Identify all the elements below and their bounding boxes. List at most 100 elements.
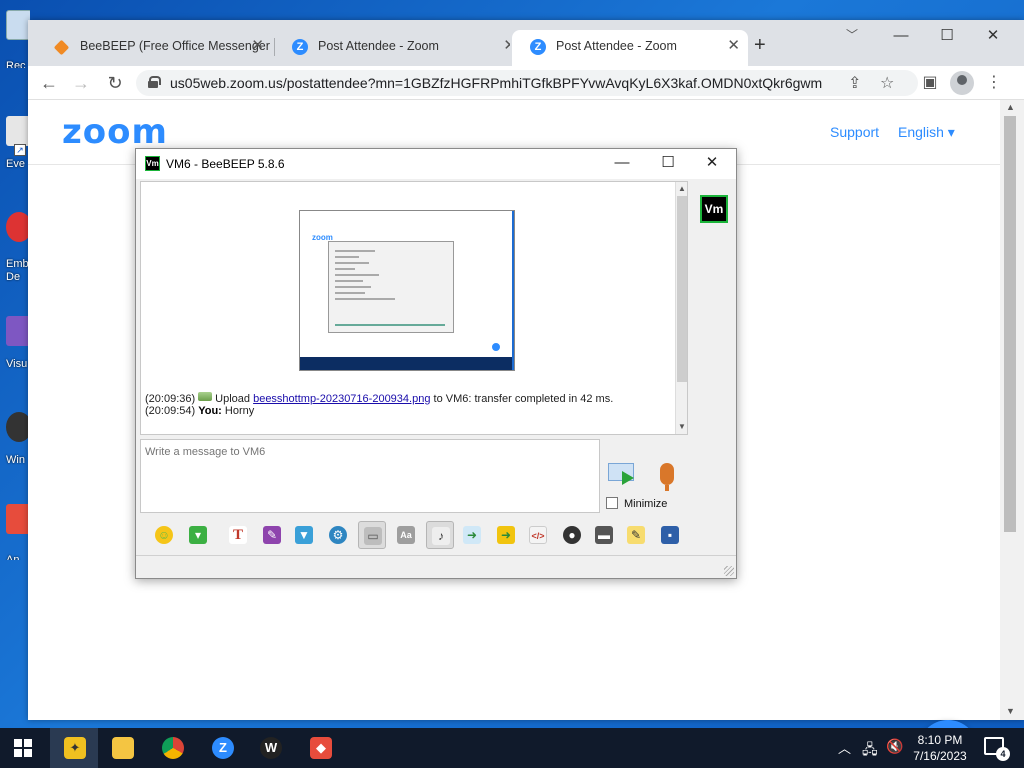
collapse-button[interactable]: ▾ bbox=[184, 521, 212, 549]
desktop-icon-label: Win bbox=[6, 454, 25, 466]
color-picker-icon: ✎ bbox=[263, 526, 281, 544]
desktop-icon-anydesk[interactable]: An bbox=[0, 500, 30, 560]
vm-app-icon: Vm bbox=[145, 156, 160, 171]
support-link[interactable]: Support bbox=[830, 124, 879, 140]
folder-icon bbox=[112, 737, 134, 759]
back-icon[interactable]: ← bbox=[36, 70, 62, 96]
thumbnail-line bbox=[335, 274, 379, 276]
send-message-icon[interactable] bbox=[608, 461, 640, 487]
save-button[interactable]: ▪ bbox=[656, 521, 684, 549]
thumbnail-chat-bubble bbox=[490, 341, 502, 353]
screenshot-thumbnail[interactable]: zoom bbox=[299, 210, 515, 371]
scroll-up-icon[interactable]: ▲ bbox=[1006, 102, 1015, 112]
color-button[interactable]: ✎ bbox=[258, 521, 286, 549]
side-panel-icon[interactable]: ▣ bbox=[918, 71, 942, 95]
network-icon[interactable]: 🖧 bbox=[862, 739, 878, 768]
window-button[interactable]: ▬ bbox=[590, 521, 618, 549]
emoticon-button[interactable]: ☺ bbox=[150, 521, 178, 549]
thumbnail-line bbox=[335, 286, 371, 288]
scrollbar-thumb[interactable] bbox=[677, 196, 687, 382]
settings-button[interactable]: ⚙ bbox=[324, 521, 352, 549]
taskbar-anydesk[interactable]: ◆ bbox=[296, 728, 344, 768]
language-dropdown[interactable]: English ▾ bbox=[898, 124, 955, 141]
window-maximize-icon[interactable]: ☐ bbox=[924, 24, 970, 48]
taskbar-file-explorer[interactable] bbox=[98, 728, 146, 768]
taskbar-wireshark[interactable]: W bbox=[246, 728, 294, 768]
chat-toolbar: ☺ ▾ T ✎ ▼ ⚙ ▭ Aa ♪ ➜ ➜ </> ● ▬ ✎ ▪ bbox=[140, 519, 734, 553]
tab-strip: BeeBEEP (Free Office Messenger ✕ Z Post … bbox=[28, 20, 1024, 66]
scroll-down-icon[interactable]: ▼ bbox=[1006, 706, 1015, 716]
user-avatar[interactable]: Vm bbox=[700, 195, 728, 223]
code-button[interactable]: </> bbox=[524, 521, 552, 549]
volume-muted-icon[interactable]: 🔇 bbox=[886, 738, 903, 768]
chat-message-upload: (20:09:36) Upload beesshottmp-20230716-20… bbox=[145, 392, 613, 405]
desktop-icon-eve[interactable]: ↗ Eve bbox=[0, 112, 30, 172]
notification-center-icon[interactable]: 4 bbox=[984, 737, 1010, 761]
taskbar-chrome[interactable] bbox=[148, 728, 196, 768]
sound-button[interactable]: ♪ bbox=[426, 521, 454, 549]
window-minimize-icon[interactable]: — bbox=[878, 24, 924, 48]
tab-beebeep[interactable]: BeeBEEP (Free Office Messenger ✕ bbox=[36, 30, 272, 66]
desktop-icon-emb[interactable]: Emb De bbox=[0, 210, 30, 290]
message-input[interactable] bbox=[141, 440, 599, 512]
close-icon[interactable]: ✕ bbox=[251, 30, 264, 62]
tab-zoom-active[interactable]: Z Post Attendee - Zoom ✕ bbox=[512, 30, 748, 66]
minimize-label: Minimize bbox=[624, 498, 668, 510]
send-folder-button[interactable]: ➜ bbox=[492, 521, 520, 549]
spellcheck-button[interactable]: Aa bbox=[392, 521, 420, 549]
beebeep-titlebar[interactable]: Vm VM6 - BeeBEEP 5.8.6 — ☐ ✕ bbox=[136, 149, 736, 179]
send-file-button[interactable]: ➜ bbox=[458, 521, 486, 549]
desktop-icon-win[interactable]: Win bbox=[0, 408, 30, 468]
forward-icon[interactable]: → bbox=[68, 70, 94, 96]
address-bar[interactable]: us05web.zoom.us/postattendee?mn=1GBZfzHG… bbox=[136, 70, 918, 96]
tray-button[interactable]: ▭ bbox=[358, 521, 386, 549]
message-time: (20:09:54) bbox=[145, 405, 196, 417]
screenshot-button[interactable]: ● bbox=[558, 521, 586, 549]
menu-kebab-icon[interactable]: ⋮ bbox=[982, 71, 1006, 95]
desktop-icon-label: An bbox=[6, 554, 20, 560]
chevron-down-icon[interactable]: ﹀ bbox=[846, 26, 858, 43]
new-tab-icon[interactable]: + bbox=[754, 34, 766, 57]
window-close-icon[interactable]: ✕ bbox=[970, 24, 1016, 48]
chat-scrollbar[interactable]: ▲ ▼ bbox=[675, 182, 687, 434]
thumbnail-chat-window bbox=[328, 241, 454, 333]
message-input-box[interactable] bbox=[140, 439, 600, 513]
window-close-icon[interactable]: ✕ bbox=[690, 149, 734, 179]
show-hidden-icons[interactable]: ︿ bbox=[838, 738, 851, 768]
font-button[interactable]: T bbox=[224, 521, 252, 549]
zoom-logo[interactable]: zoom bbox=[62, 112, 168, 152]
url-text[interactable]: us05web.zoom.us/postattendee?mn=1GBZfzHG… bbox=[170, 70, 822, 96]
window-minimize-icon[interactable]: — bbox=[600, 149, 644, 179]
gear-icon: ⚙ bbox=[329, 526, 347, 544]
thumbnail-line bbox=[335, 292, 365, 294]
thumbnail-toolbar bbox=[335, 324, 445, 326]
thumbnail-taskbar bbox=[300, 357, 512, 370]
filter-button[interactable]: ▼ bbox=[290, 521, 318, 549]
desktop-icon-recycle-bin[interactable]: Rec bbox=[0, 8, 30, 68]
file-link[interactable]: beesshottmp-20230716-200934.png bbox=[253, 393, 430, 405]
page-scrollbar[interactable]: ▲ ▼ bbox=[1000, 100, 1024, 720]
window-maximize-icon[interactable]: ☐ bbox=[646, 149, 690, 179]
close-icon[interactable]: ✕ bbox=[503, 30, 510, 62]
share-icon[interactable]: ⇪ bbox=[848, 73, 861, 93]
taskbar-zoom[interactable]: Z bbox=[198, 728, 246, 768]
scrollbar-thumb[interactable] bbox=[1004, 116, 1016, 532]
minimize-checkbox[interactable] bbox=[606, 497, 618, 509]
taskbar-beebeep[interactable]: ✦ bbox=[50, 728, 98, 768]
resize-grip[interactable] bbox=[724, 566, 734, 576]
microphone-icon[interactable] bbox=[660, 463, 674, 491]
reload-icon[interactable]: ↻ bbox=[102, 70, 128, 96]
notes-button[interactable]: ✎ bbox=[622, 521, 650, 549]
folder-send-icon: ➜ bbox=[497, 526, 515, 544]
scroll-up-icon[interactable]: ▲ bbox=[678, 184, 686, 193]
start-button[interactable] bbox=[0, 728, 48, 768]
close-icon[interactable]: ✕ bbox=[727, 30, 740, 62]
scroll-down-icon[interactable]: ▼ bbox=[678, 422, 686, 431]
desktop-icon-visual[interactable]: Visu bbox=[0, 312, 30, 372]
profile-avatar-icon[interactable] bbox=[950, 71, 974, 95]
tab-zoom-1[interactable]: Z Post Attendee - Zoom ✕ bbox=[274, 30, 510, 66]
code-icon: </> bbox=[529, 526, 547, 544]
clock[interactable]: 8:10 PM 7/16/2023 bbox=[908, 732, 972, 764]
bookmark-star-icon[interactable]: ☆ bbox=[880, 73, 894, 93]
chat-history[interactable]: zoom (20:09:36) Upload beesshottmp-20230… bbox=[140, 181, 688, 435]
